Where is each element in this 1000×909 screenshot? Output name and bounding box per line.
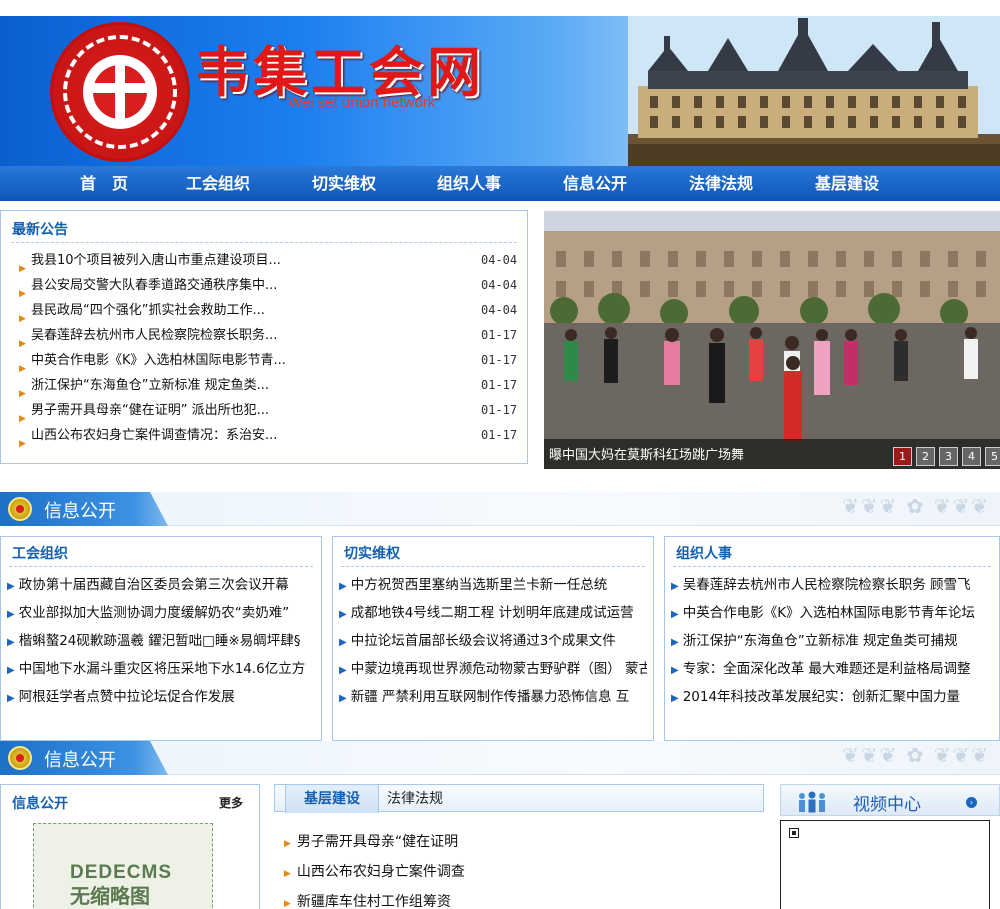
triangle-icon: ▶ — [671, 609, 679, 620]
triangle-icon: ▶ — [339, 693, 347, 704]
section-banner: 信息公开 ❦❦❦ ✿ ❦❦❦ — [0, 492, 1000, 526]
ornament-icon: ❦❦❦ ✿ ❦❦❦ — [841, 494, 990, 518]
notice-item[interactable]: ▶ 县公安局交警大队春季道路交通秩序集中... 04-04 — [19, 273, 519, 299]
list-item[interactable]: ▶ 中拉论坛首届部长级会议将通过3个成果文件 — [339, 628, 647, 654]
nav-grassroots[interactable]: 基层建设 — [805, 166, 889, 201]
section-banner: 信息公开 ❦❦❦ ✿ ❦❦❦ — [0, 741, 1000, 775]
triangle-icon: ▶ — [7, 609, 15, 620]
section-label: 信息公开 — [44, 501, 116, 522]
triangle-icon: ▶ — [671, 637, 679, 648]
video-center-header: 视频中心 › — [780, 784, 1000, 816]
nav-rights[interactable]: 切实维权 — [302, 166, 386, 201]
list-item[interactable]: ▶ 阿根廷学者点赞中拉论坛促合作发展 — [7, 684, 315, 710]
list-item[interactable]: ▶ 浙江保护“东海鱼仓”立新标准 规定鱼类可捕规 — [671, 628, 993, 654]
slide-page-button[interactable]: 4 — [962, 447, 981, 466]
triangle-icon: ▶ — [7, 637, 15, 648]
column-title[interactable]: 组织人事 — [676, 543, 732, 563]
nav-home[interactable]: 首 页 — [62, 166, 146, 201]
slideshow-photo[interactable]: 曝中国大妈在莫斯科红场跳广场舞 1 2 3 4 5 — [544, 211, 1000, 469]
list-item[interactable]: ▶ 中英合作电影《K》入选柏林国际电影节青年论坛 — [671, 600, 993, 626]
column-title[interactable]: 切实维权 — [344, 543, 400, 563]
list-item[interactable]: ▶ 吴春莲辞去杭州市人民检察院检察长职务 顾雪飞 — [671, 572, 993, 598]
divider — [341, 566, 645, 567]
triangle-icon: ▶ — [339, 637, 347, 648]
site-header: 韦集工会网 Wei set union network — [0, 16, 1000, 166]
list-item[interactable]: ▶ 专家：全面深化改革 最大难题还是利益格局调整 — [671, 656, 993, 682]
list-item[interactable]: ▶ 男子需开具母亲“健在证明 — [284, 829, 584, 855]
list-item[interactable]: ▶ 成都地铁4号线二期工程 计划明年底建成试运营 — [339, 600, 647, 626]
triangle-icon: ▶ — [7, 581, 15, 592]
arrow-icon: ▶ — [19, 439, 26, 449]
triangle-icon: ▶ — [671, 581, 679, 592]
site-subtitle: Wei set union network — [288, 94, 436, 111]
info-public-panel: 信息公开 更多 DEDECMS 无缩略图 — [0, 784, 260, 909]
triangle-icon: ▶ — [7, 693, 15, 704]
column-union-org: 工会组织 ▶ 政协第十届西藏自治区委员会第三次会议开幕 ▶ 农业部拟加大监测协调力度… — [0, 536, 322, 741]
people-icon — [799, 791, 825, 813]
arrow-icon: ▶ — [284, 839, 291, 849]
list-item[interactable]: ▶ 政协第十届西藏自治区委员会第三次会议开幕 — [7, 572, 315, 598]
triangle-icon: ▶ — [339, 665, 347, 676]
divider — [673, 566, 991, 567]
latest-notice-panel: 最新公告 ▶ 我县10个项目被列入唐山市重点建设项目... 04-04 ▶ 县公安局交… — [0, 210, 528, 464]
list-item[interactable]: ▶ 中蒙边境再现世界濒危动物蒙古野驴群（图） 蒙古 — [339, 656, 647, 682]
nav-personnel[interactable]: 组织人事 — [427, 166, 511, 201]
notice-item[interactable]: ▶ 中英合作电影《K》入选柏林国际电影节青... 01-17 — [19, 348, 519, 374]
nav-info[interactable]: 信息公开 — [553, 166, 637, 201]
triangle-icon: ▶ — [339, 609, 347, 620]
list-item[interactable]: ▶ 新疆 严禁利用互联网制作传播暴力恐怖信息 互 — [339, 684, 647, 710]
union-logo-icon — [50, 22, 190, 162]
emblem-icon — [8, 746, 32, 770]
panel-title: 信息公开 — [12, 796, 68, 812]
notice-item[interactable]: ▶ 我县10个项目被列入唐山市重点建设项目... 04-04 — [19, 248, 519, 274]
column-rights: 切实维权 ▶ 中方祝贺西里塞纳当选斯里兰卡新一任总统 ▶ 成都地铁4号线二期工程 计… — [332, 536, 654, 741]
list-item[interactable]: ▶ 山西公布农妇身亡案件调查 — [284, 859, 584, 885]
tab-grassroots[interactable]: 基层建设 — [285, 785, 379, 813]
list-item[interactable]: ▶ 中方祝贺西里塞纳当选斯里兰卡新一任总统 — [339, 572, 647, 598]
list-item[interactable]: ▶ 农业部拟加大监测协调力度缓解奶农“卖奶难” — [7, 600, 315, 626]
divider — [11, 242, 517, 243]
section-label: 信息公开 — [44, 750, 116, 771]
column-title[interactable]: 工会组织 — [12, 543, 68, 563]
notice-item[interactable]: ▶ 山西公布农妇身亡案件调查情况：系治安... 01-17 — [19, 423, 519, 449]
divider — [9, 566, 313, 567]
triangle-icon: ▶ — [7, 665, 15, 676]
column-personnel: 组织人事 ▶ 吴春莲辞去杭州市人民检察院检察长职务 顾雪飞 ▶ 中英合作电影《K》入… — [664, 536, 1000, 741]
thumbnail-placeholder[interactable]: DEDECMS 无缩略图 — [33, 823, 213, 909]
tab-bar: 基层建设 法律法规 — [274, 784, 764, 813]
notice-item[interactable]: ▶ 县民政局“四个强化”抓实社会救助工作... 04-04 — [19, 298, 519, 324]
slide-page-button[interactable]: 5 — [985, 447, 1000, 466]
notice-item[interactable]: ▶ 男子需开具母亲“健在证明” 派出所也犯... 01-17 — [19, 398, 519, 424]
triangle-icon: ▶ — [671, 665, 679, 676]
thumb-text: 无缩略图 — [70, 884, 150, 908]
notice-title: 最新公告 — [12, 222, 68, 238]
list-item[interactable]: ▶ 中国地下水漏斗重灾区将压采地下水14.6亿立方 — [7, 656, 315, 682]
ornament-icon: ❦❦❦ ✿ ❦❦❦ — [841, 743, 990, 767]
tab-law[interactable]: 法律法规 — [387, 785, 443, 813]
notice-item[interactable]: ▶ 吴春莲辞去杭州市人民检察院检察长职务... 01-17 — [19, 323, 519, 349]
arrow-icon: ▶ — [284, 869, 291, 879]
go-arrow-icon[interactable]: › — [966, 797, 977, 808]
slide-page-button[interactable]: 1 — [893, 447, 912, 466]
emblem-icon — [8, 497, 32, 521]
list-item[interactable]: ▶ 楷蝌螯24砚歉跡溫羲 鑃汜暂咄□睡※易皗坪肆§ — [7, 628, 315, 654]
more-link[interactable]: 更多 — [219, 794, 243, 811]
video-center-title[interactable]: 视频中心 — [853, 790, 921, 815]
list-item[interactable]: ▶ 2014年科技改革发展纪实：创新汇聚中国力量 — [671, 684, 993, 710]
arrow-icon: ▶ — [284, 899, 291, 909]
slide-page-button[interactable]: 3 — [939, 447, 958, 466]
slideshow-caption[interactable]: 曝中国大妈在莫斯科红场跳广场舞 — [549, 444, 744, 463]
main-nav: 首 页 工会组织 切实维权 组织人事 信息公开 法律法规 基层建设 — [0, 166, 1000, 201]
triangle-icon: ▶ — [671, 693, 679, 704]
castle-banner-image — [628, 16, 1000, 166]
slide-page-button[interactable]: 2 — [916, 447, 935, 466]
triangle-icon: ▶ — [339, 581, 347, 592]
notice-item[interactable]: ▶ 浙江保护“东海鱼仓”立新标准 规定鱼类... 01-17 — [19, 373, 519, 399]
nav-law[interactable]: 法律法规 — [679, 166, 763, 201]
list-item[interactable]: ▶ 新疆库车住村工作组筹资 — [284, 889, 584, 909]
nav-union-org[interactable]: 工会组织 — [176, 166, 260, 201]
video-player[interactable] — [780, 820, 990, 909]
video-placeholder-icon — [789, 828, 799, 838]
